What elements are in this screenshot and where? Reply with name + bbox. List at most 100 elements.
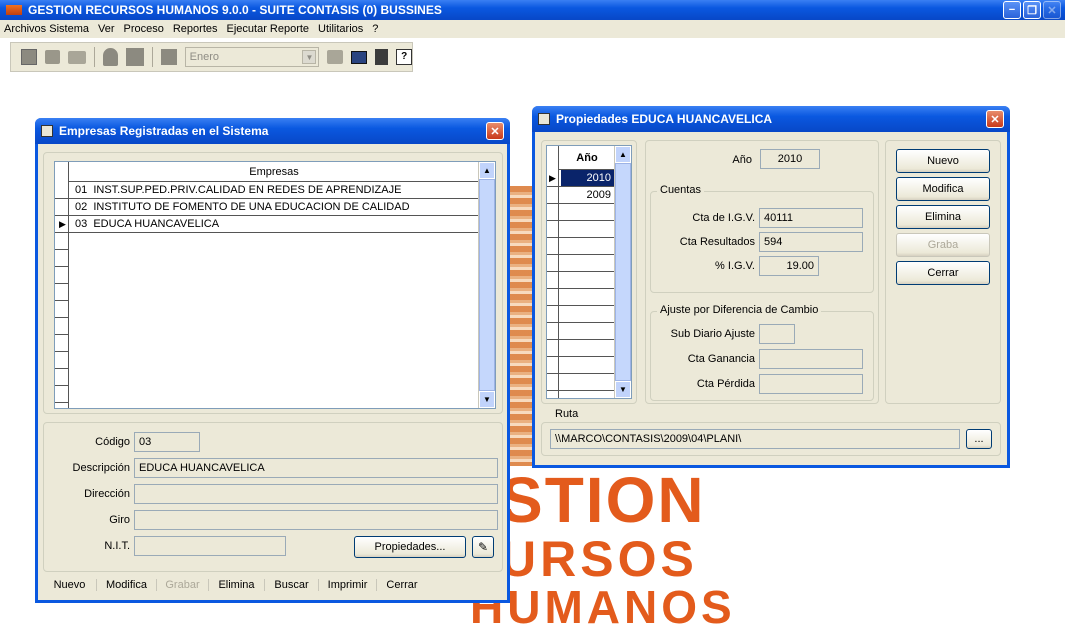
igv-field[interactable]: 40111 xyxy=(759,208,863,228)
nit-field[interactable] xyxy=(134,536,286,556)
codigo-label: Código xyxy=(95,436,130,448)
restore-icon[interactable]: ❐ xyxy=(1023,1,1041,19)
row-selector-icon: ▶ xyxy=(59,219,66,229)
close-icon[interactable]: ✕ xyxy=(486,122,504,140)
scroll-down-icon[interactable]: ▼ xyxy=(479,391,495,408)
imprimir-button[interactable]: Imprimir xyxy=(319,579,377,591)
printer-icon[interactable] xyxy=(327,50,344,64)
toolbar: Enero ▼ ? xyxy=(0,38,1065,82)
resultados-field[interactable]: 594 xyxy=(759,232,863,252)
month-select-value: Enero xyxy=(189,51,219,63)
propiedades-button[interactable]: Propiedades... xyxy=(354,536,466,558)
buscar-button[interactable]: Buscar xyxy=(265,579,319,591)
graba-button[interactable]: Graba xyxy=(896,233,990,257)
scroll-down-icon[interactable]: ▼ xyxy=(615,381,631,398)
app-title: GESTION RECURSOS HUMANOS 9.0.0 - SUITE C… xyxy=(28,3,442,17)
user-icon[interactable] xyxy=(102,48,119,66)
empresas-button-bar: Nuevo Modifica Grabar Elimina Buscar Imp… xyxy=(43,573,503,597)
menu-archivos-sistema[interactable]: Archivos Sistema xyxy=(4,23,89,35)
scroll-up-icon[interactable]: ▲ xyxy=(479,162,495,179)
giro-field[interactable] xyxy=(134,510,498,530)
pct-igv-label: % I.G.V. xyxy=(715,260,755,272)
menu-ver[interactable]: Ver xyxy=(98,23,115,35)
menu-help[interactable]: ? xyxy=(372,23,378,35)
scroll-up-icon[interactable]: ▲ xyxy=(615,146,631,163)
grabar-button[interactable]: Grabar xyxy=(157,579,209,591)
empresas-title-bar: Empresas Registradas en el Sistema ✕ xyxy=(35,118,510,144)
ajuste-group: Ajuste por Diferencia de Cambio Sub Diar… xyxy=(650,304,874,401)
list-item[interactable]: ▶ 2010 xyxy=(547,170,615,187)
menu-bar: Archivos Sistema Ver Proceso Reportes Ej… xyxy=(0,20,1065,38)
giro-label: Giro xyxy=(109,514,130,526)
empresas-list-panel: Empresas 01 INST.SUP.PED.PRIV.CALIDAD EN… xyxy=(43,152,503,414)
app-icon xyxy=(6,5,22,15)
igv-label: Cta de I.G.V. xyxy=(692,212,755,224)
codigo-field[interactable]: 03 xyxy=(134,432,200,452)
open-icon[interactable] xyxy=(44,50,61,64)
minimize-icon[interactable]: − xyxy=(1003,1,1021,19)
wand-icon[interactable]: ✎ xyxy=(472,536,494,558)
propiedades-title: Propiedades EDUCA HUANCAVELICA xyxy=(556,112,773,126)
empresas-title: Empresas Registradas en el Sistema xyxy=(59,124,269,138)
menu-proceso[interactable]: Proceso xyxy=(124,23,164,35)
exit-icon[interactable] xyxy=(374,49,389,65)
elimina-button[interactable]: Elimina xyxy=(209,579,265,591)
column-header-empresas: Empresas xyxy=(249,166,299,178)
folder-icon[interactable] xyxy=(68,50,86,64)
nuevo-button[interactable]: Nuevo xyxy=(896,149,990,173)
vertical-scrollbar[interactable]: ▲ ▼ xyxy=(614,146,631,398)
menu-utilitarios[interactable]: Utilitarios xyxy=(318,23,363,35)
pct-igv-field[interactable]: 19.00 xyxy=(759,256,819,276)
cerrar-button[interactable]: Cerrar xyxy=(896,261,990,285)
direccion-field[interactable] xyxy=(134,484,498,504)
vertical-scrollbar[interactable]: ▲ ▼ xyxy=(478,162,495,408)
actions-panel: Nuevo Modifica Elimina Graba Cerrar xyxy=(885,140,1001,404)
propiedades-window: Propiedades EDUCA HUANCAVELICA ✕ Año ▶ 2… xyxy=(532,106,1010,468)
ganancia-field[interactable] xyxy=(759,349,863,369)
nit-label: N.I.T. xyxy=(104,540,130,552)
elimina-button[interactable]: Elimina xyxy=(896,205,990,229)
anio-label: Año xyxy=(732,154,752,166)
perdida-label: Cta Pérdida xyxy=(696,378,755,390)
list-item[interactable]: 2009 xyxy=(547,187,615,204)
resultados-label: Cta Resultados xyxy=(679,236,755,248)
years-panel: Año ▶ 2010 2009 ▲ ▼ xyxy=(541,140,637,404)
perdida-field[interactable] xyxy=(759,374,863,394)
window-icon xyxy=(41,125,53,137)
cuentas-title: Cuentas xyxy=(657,184,704,196)
list-item[interactable]: 01 INST.SUP.PED.PRIV.CALIDAD EN REDES DE… xyxy=(55,182,479,199)
cuentas-group: Cuentas Cta de I.G.V. 40111 Cta Resultad… xyxy=(650,184,874,293)
config-panel: Año 2010 Cuentas Cta de I.G.V. 40111 Cta… xyxy=(645,140,879,404)
month-select[interactable]: Enero ▼ xyxy=(184,47,320,67)
nuevo-button[interactable]: Nuevo xyxy=(43,579,97,591)
list-item[interactable]: 02 INSTITUTO DE FOMENTO DE UNA EDUCACION… xyxy=(55,199,479,216)
grid-icon[interactable] xyxy=(161,49,177,65)
menu-ejecutar-reporte[interactable]: Ejecutar Reporte xyxy=(227,23,310,35)
chevron-down-icon[interactable]: ▼ xyxy=(302,50,317,64)
grid-header: Empresas xyxy=(69,162,479,182)
column-header-anio: Año xyxy=(576,152,598,164)
new-icon[interactable] xyxy=(21,49,37,65)
browse-button[interactable]: ... xyxy=(966,429,992,449)
anio-field[interactable]: 2010 xyxy=(760,149,820,169)
close-icon[interactable]: ✕ xyxy=(1043,1,1061,19)
logo-line-1: STION xyxy=(500,464,706,536)
scroll-thumb[interactable] xyxy=(479,179,495,391)
cerrar-button[interactable]: Cerrar xyxy=(377,579,427,591)
monitor-icon[interactable] xyxy=(351,50,367,64)
modifica-button[interactable]: Modifica xyxy=(97,579,157,591)
close-icon[interactable]: ✕ xyxy=(986,110,1004,128)
modifica-button[interactable]: Modifica xyxy=(896,177,990,201)
list-item[interactable]: ▶ 03 EDUCA HUANCAVELICA xyxy=(55,216,479,233)
ruta-panel: \\MARCO\CONTASIS\2009\04\PLANI\ ... xyxy=(541,422,1001,456)
help-icon[interactable]: ? xyxy=(396,49,413,65)
row-selector-icon: ▶ xyxy=(549,173,556,183)
window-icon xyxy=(538,113,550,125)
users-icon[interactable] xyxy=(126,48,145,66)
menu-reportes[interactable]: Reportes xyxy=(173,23,218,35)
grid-header: Año xyxy=(559,146,615,170)
descripcion-field[interactable]: EDUCA HUANCAVELICA xyxy=(134,458,498,478)
ruta-field[interactable]: \\MARCO\CONTASIS\2009\04\PLANI\ xyxy=(550,429,960,449)
subdiario-field[interactable] xyxy=(759,324,795,344)
scroll-thumb[interactable] xyxy=(615,163,631,381)
